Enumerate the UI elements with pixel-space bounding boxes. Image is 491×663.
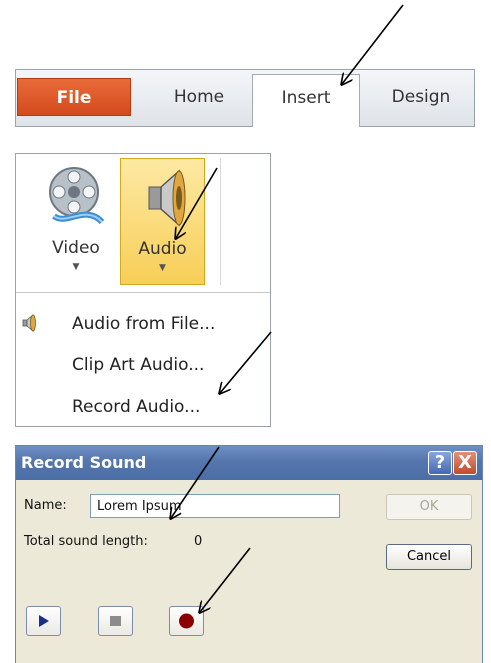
chevron-down-icon: ▼ xyxy=(72,262,80,272)
menu-item-record-audio[interactable]: Record Audio... xyxy=(72,397,200,417)
menu-item-clip-art-audio[interactable]: Clip Art Audio... xyxy=(72,355,204,375)
video-button[interactable]: Video ▼ xyxy=(34,158,118,285)
length-value: 0 xyxy=(194,534,203,549)
stop-icon xyxy=(110,616,121,626)
ribbon-tab-bar: File Home Insert Design xyxy=(15,69,475,127)
length-label: Total sound length: xyxy=(24,534,148,549)
menu-divider xyxy=(16,292,270,293)
menu-item-audio-from-file[interactable]: Audio from File... xyxy=(72,314,215,334)
help-button[interactable]: ? xyxy=(428,451,452,475)
media-group-panel: Video ▼ Audio ▼ Audio from File... Clip … xyxy=(15,153,271,427)
record-sound-dialog: Record Sound ? X Name: Total sound lengt… xyxy=(15,445,483,663)
tab-design[interactable]: Design xyxy=(371,78,471,116)
record-icon xyxy=(179,613,194,629)
record-button[interactable] xyxy=(169,606,204,636)
cancel-button[interactable]: Cancel xyxy=(386,544,472,570)
tab-home[interactable]: Home xyxy=(154,78,244,116)
speaker-icon xyxy=(148,169,185,227)
name-field[interactable] xyxy=(90,494,340,518)
dialog-titlebar: Record Sound ? X xyxy=(16,446,482,480)
group-divider xyxy=(220,158,221,285)
close-button[interactable]: X xyxy=(453,451,477,475)
tab-insert[interactable]: Insert xyxy=(252,74,360,127)
audio-button[interactable]: Audio ▼ xyxy=(120,158,205,285)
audio-button-label: Audio xyxy=(138,239,187,259)
chevron-down-icon: ▼ xyxy=(159,263,166,273)
ok-button[interactable]: OK xyxy=(386,494,472,520)
dialog-title: Record Sound xyxy=(21,453,147,472)
play-button[interactable] xyxy=(26,606,61,636)
video-button-label: Video xyxy=(52,238,100,258)
film-reel-icon xyxy=(49,167,105,225)
stop-button[interactable] xyxy=(98,606,133,636)
speaker-icon xyxy=(22,314,36,332)
play-icon xyxy=(39,615,49,627)
tab-file[interactable]: File xyxy=(17,78,131,116)
name-label: Name: xyxy=(24,498,67,513)
